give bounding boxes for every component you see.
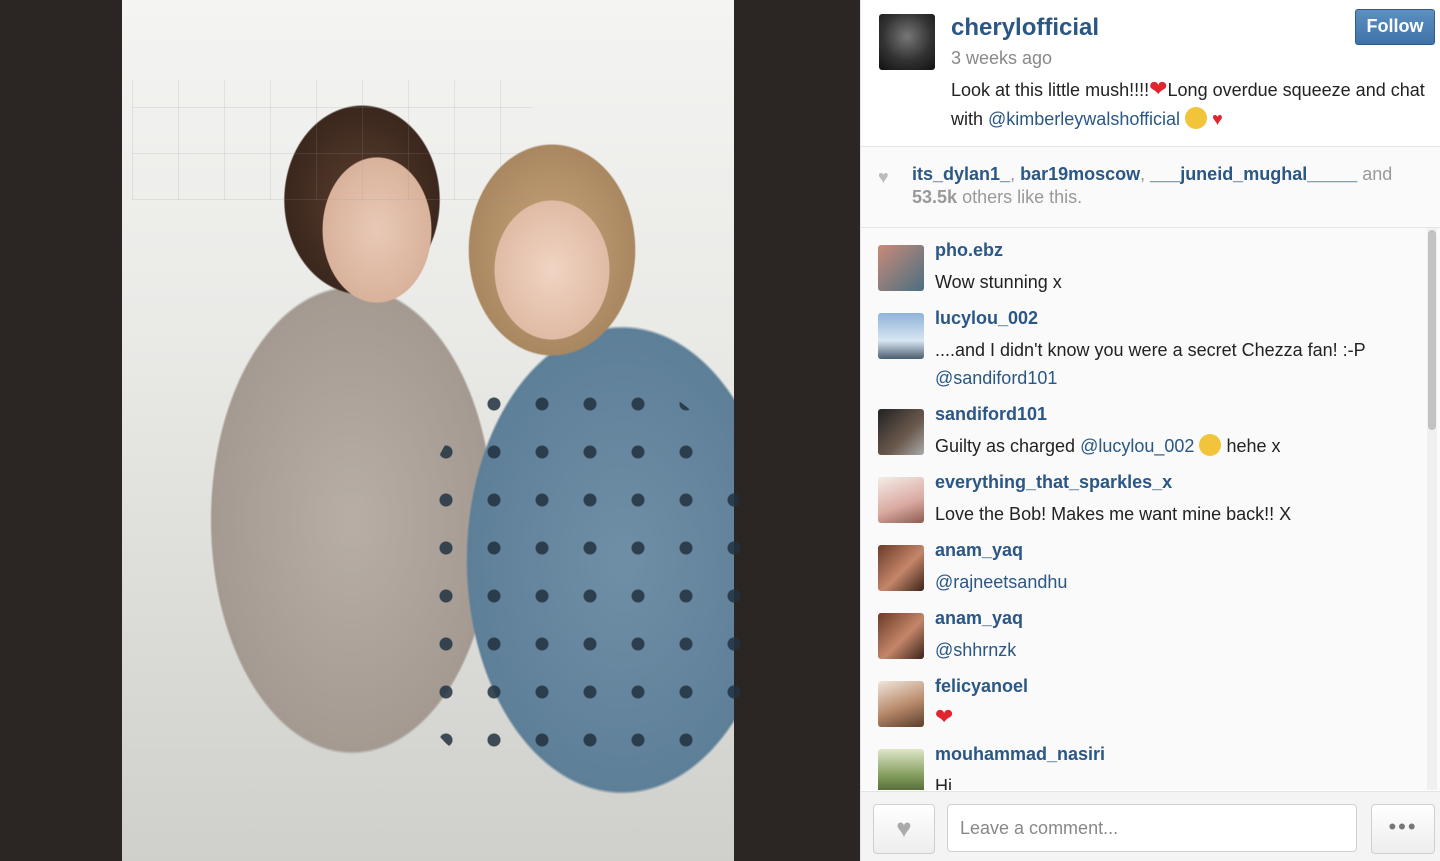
comment-username[interactable]: anam_yaq — [935, 540, 1023, 561]
likes-section: ♥ its_dylan1_, bar19moscow, ___juneid_mu… — [861, 147, 1440, 228]
comment-username[interactable]: mouhammad_nasiri — [935, 744, 1105, 765]
likes-count[interactable]: 53.5k — [912, 187, 957, 207]
comment-username[interactable]: felicyanoel — [935, 676, 1028, 697]
likes-and: and — [1362, 164, 1393, 184]
post-username[interactable]: cherylofficial — [951, 14, 1099, 42]
photo-backdrop — [0, 0, 860, 861]
comment-username[interactable]: everything_that_sparkles_x — [935, 472, 1172, 493]
avatar[interactable] — [878, 409, 924, 455]
post-caption: Look at this little mush!!!!❤Long overdu… — [951, 76, 1431, 134]
liker-1[interactable]: its_dylan1_ — [912, 164, 1010, 184]
red-heart-emoji-icon: ❤ — [1149, 76, 1168, 101]
kiss-emoji-icon: ♥ — [1212, 109, 1223, 129]
comment-input[interactable] — [947, 804, 1357, 852]
likes-suffix: others like this. — [962, 187, 1083, 207]
heart-eyes-emoji-icon — [1185, 107, 1208, 129]
comment-body: ....and I didn't know you were a secret … — [935, 340, 1366, 360]
liker-3[interactable]: ___juneid_mughal_____ — [1150, 164, 1357, 184]
caption-mention[interactable]: @kimberleywalshofficial — [988, 109, 1180, 129]
comment-text: Guilty as charged @lucylou_002 hehe x — [935, 432, 1415, 460]
scrollbar-thumb[interactable] — [1428, 230, 1436, 430]
avatar[interactable] — [878, 681, 924, 727]
follow-button[interactable]: Follow — [1355, 9, 1435, 45]
likes-summary: its_dylan1_, bar19moscow, ___juneid_mugh… — [912, 164, 1393, 207]
comment-username[interactable]: lucylou_002 — [935, 308, 1038, 329]
post-header: cherylofficial 3 weeks ago Follow Look a… — [861, 0, 1440, 147]
comment-text: ❤ — [935, 704, 1415, 732]
comment-mention[interactable]: @sandiford101 — [935, 368, 1057, 388]
avatar[interactable] — [878, 245, 924, 291]
post-side-panel: cherylofficial 3 weeks ago Follow Look a… — [860, 0, 1440, 861]
comment-text: Hi — [935, 776, 952, 790]
comment-text: ....and I didn't know you were a secret … — [935, 336, 1415, 392]
heart-icon: ♥ — [878, 167, 889, 187]
instagram-post-view: cherylofficial 3 weeks ago Follow Look a… — [0, 0, 1440, 861]
comment-username[interactable]: pho.ebz — [935, 240, 1003, 261]
wink-emoji-icon — [1199, 434, 1222, 456]
like-button[interactable]: ♥ — [873, 804, 935, 854]
more-options-button[interactable]: ••• — [1371, 804, 1435, 854]
comment-username[interactable]: sandiford101 — [935, 404, 1047, 425]
comment-text: @shhrnzk — [935, 636, 1415, 664]
avatar[interactable] — [878, 313, 924, 359]
comment-footer: ♥ ••• — [861, 791, 1440, 861]
post-timestamp[interactable]: 3 weeks ago — [951, 48, 1052, 69]
comment-mention[interactable]: @lucylou_002 — [1080, 436, 1194, 456]
post-photo[interactable] — [122, 0, 742, 861]
avatar[interactable] — [878, 545, 924, 591]
red-heart-emoji-icon: ❤ — [935, 704, 954, 729]
polka-dot-sweater — [422, 380, 742, 760]
caption-text: Look at this little mush!!!! — [951, 80, 1150, 100]
comment-mention[interactable]: @shhrnzk — [935, 640, 1016, 660]
comment-text: Love the Bob! Makes me want mine back!! … — [935, 504, 1292, 524]
avatar[interactable] — [879, 14, 935, 70]
comment-text: Wow stunning x — [935, 272, 1062, 292]
comment-text: @rajneetsandhu — [935, 568, 1415, 596]
avatar[interactable] — [878, 613, 924, 659]
comment-username[interactable]: anam_yaq — [935, 608, 1023, 629]
comment-body-after: hehe x — [1221, 436, 1281, 456]
comment-mention[interactable]: @rajneetsandhu — [935, 572, 1067, 592]
avatar[interactable] — [878, 749, 924, 790]
comments-list[interactable]: pho.ebz Wow stunning x lucylou_002 ....a… — [861, 228, 1440, 790]
heart-icon: ♥ — [896, 813, 912, 843]
comments-scrollbar[interactable] — [1427, 228, 1437, 790]
kitchen-tiles — [132, 80, 532, 200]
liker-2[interactable]: bar19moscow — [1020, 164, 1140, 184]
avatar[interactable] — [878, 477, 924, 523]
comment-body-before: Guilty as charged — [935, 436, 1081, 456]
